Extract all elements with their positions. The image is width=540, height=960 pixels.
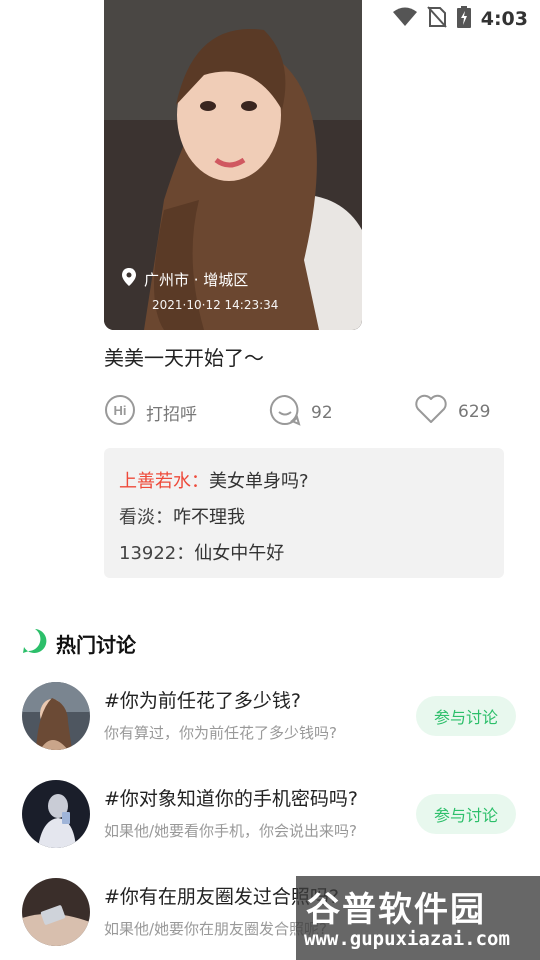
topic-thumbnail xyxy=(22,682,90,750)
comment-item: 上善若水：美女单身吗? xyxy=(119,464,489,500)
join-discussion-button[interactable]: 参与讨论 xyxy=(416,794,516,834)
photo-meta: 广州市 · 增城区 2021·10·12 14:23:34 xyxy=(122,268,278,312)
watermark-brand: 谷普软件园 xyxy=(306,890,486,930)
comment-user[interactable]: 看淡： xyxy=(119,507,173,528)
post-action-row: Hi 打招呼 92 629 xyxy=(104,394,504,428)
comment-text: 咋不理我 xyxy=(173,507,245,528)
photo-location: 广州市 · 增城区 xyxy=(144,270,249,289)
greet-label: 打招呼 xyxy=(146,405,197,425)
watermark: 谷普软件园 www.gupuxiazai.com xyxy=(296,876,540,960)
comment-text: 仙女中午好 xyxy=(194,543,285,564)
svg-text:#: # xyxy=(31,633,40,650)
status-time: 4:03 xyxy=(480,8,528,30)
topic-title: #你为前任花了多少钱? xyxy=(104,690,302,712)
photo-timestamp: 2021·10·12 14:23:34 xyxy=(152,298,279,312)
like-button[interactable]: 629 xyxy=(414,394,490,429)
post-caption: 美美一天开始了～ xyxy=(104,346,264,370)
comment-button[interactable]: 92 xyxy=(269,394,333,431)
comment-list[interactable]: 上善若水：美女单身吗? 看淡：咋不理我 13922：仙女中午好 xyxy=(104,448,504,578)
hi-bubble-icon: Hi xyxy=(104,394,136,431)
heart-icon xyxy=(414,394,448,429)
topic-subtitle: 如果他/她要看你手机，你会说出来吗? xyxy=(104,822,358,840)
greet-button[interactable]: Hi 打招呼 xyxy=(104,394,197,431)
topic-item[interactable]: #你为前任花了多少钱? 你有算过，你为前任花了多少钱吗? 参与讨论 xyxy=(22,682,522,758)
hashtag-badge-icon: # xyxy=(22,628,48,658)
location-pin-icon xyxy=(122,268,136,290)
comment-text: 美女单身吗? xyxy=(209,471,309,492)
comment-user[interactable]: 上善若水： xyxy=(119,471,209,492)
no-sim-icon xyxy=(426,6,447,32)
join-discussion-button[interactable]: 参与讨论 xyxy=(416,696,516,736)
comment-bubble-icon xyxy=(269,394,301,431)
comment-user[interactable]: 13922： xyxy=(119,543,194,564)
like-count: 629 xyxy=(458,401,491,422)
hot-discussion-header: # 热门讨论 xyxy=(22,628,136,658)
section-title: 热门讨论 xyxy=(56,632,136,657)
topic-title: #你对象知道你的手机密码吗? xyxy=(104,788,359,810)
topic-thumbnail xyxy=(22,878,90,946)
battery-charging-icon xyxy=(456,6,471,32)
comment-item: 13922：仙女中午好 xyxy=(119,536,489,572)
wifi-icon xyxy=(392,7,417,31)
comment-count: 92 xyxy=(311,402,333,423)
post-photo[interactable]: 广州市 · 增城区 2021·10·12 14:23:34 xyxy=(104,0,362,330)
topic-item[interactable]: #你对象知道你的手机密码吗? 如果他/她要看你手机，你会说出来吗? 参与讨论 xyxy=(22,780,522,856)
status-icons: 4:03 xyxy=(392,6,528,32)
svg-text:Hi: Hi xyxy=(114,403,127,418)
topic-thumbnail xyxy=(22,780,90,848)
comment-item: 看淡：咋不理我 xyxy=(119,500,489,536)
watermark-url: www.gupuxiazai.com xyxy=(304,928,510,950)
topic-subtitle: 你有算过，你为前任花了多少钱吗? xyxy=(104,724,337,742)
